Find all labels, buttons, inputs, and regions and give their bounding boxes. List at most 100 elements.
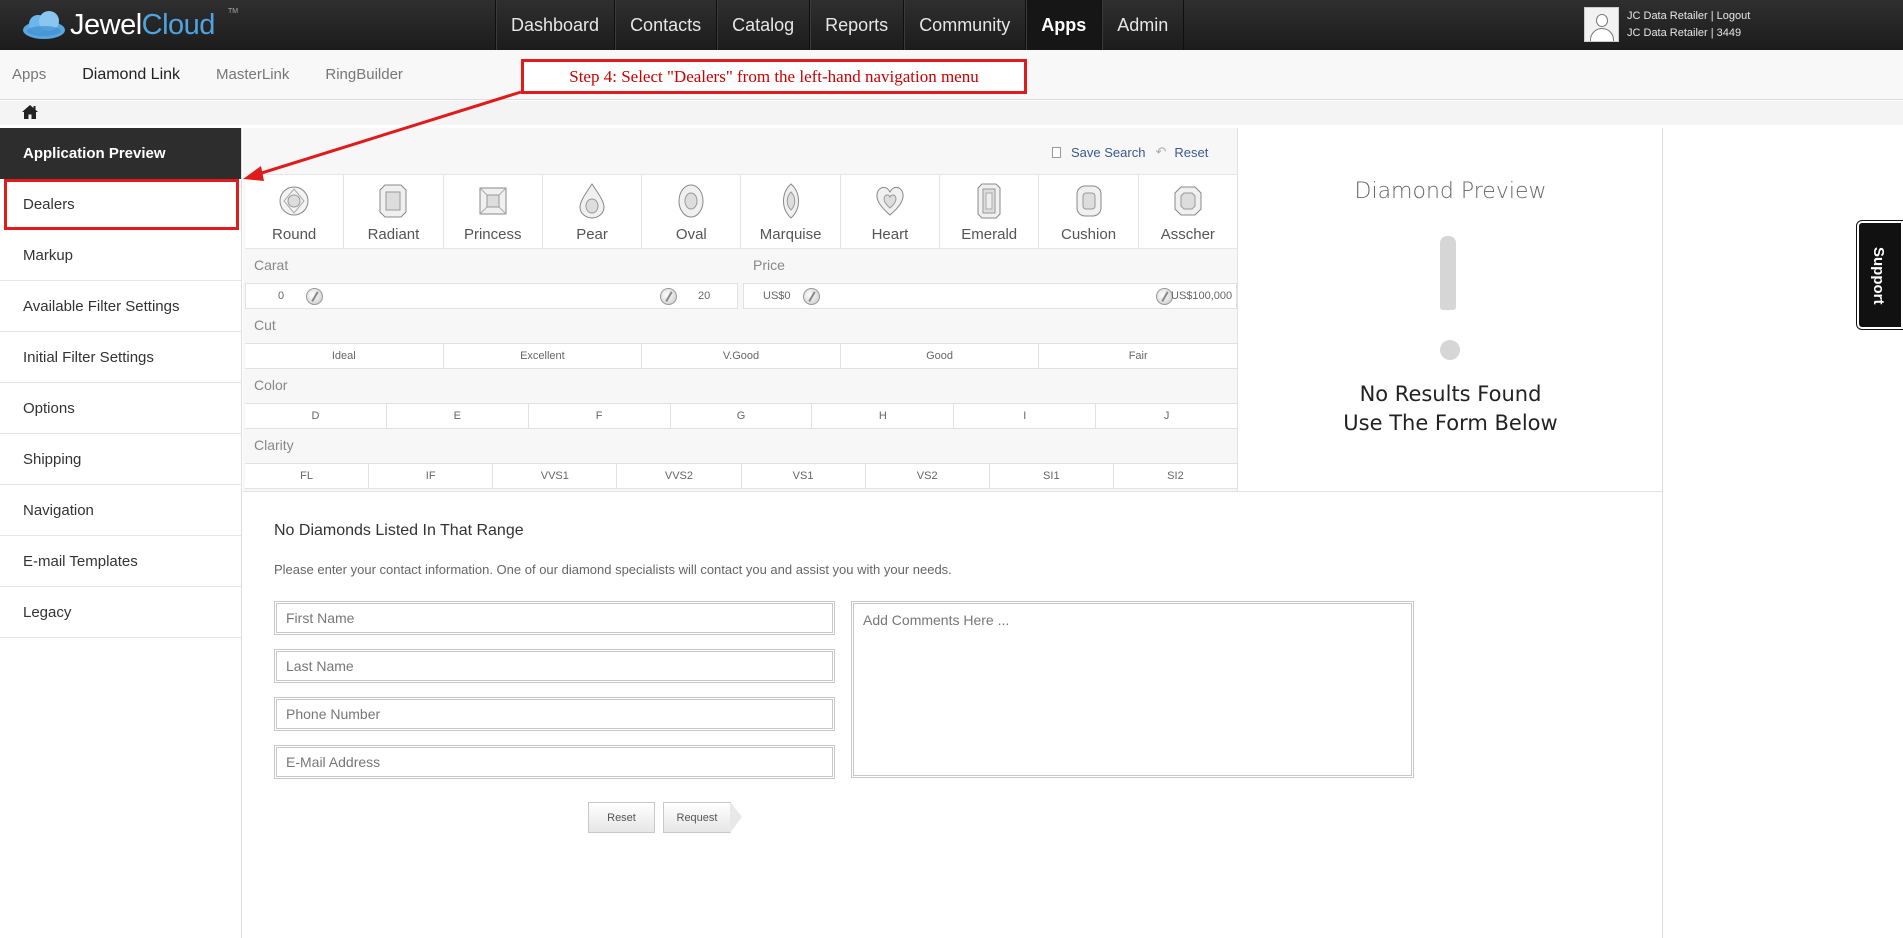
avatar-head-shape xyxy=(1596,14,1608,27)
clarity-options: FL IF VVS1 VVS2 VS1 VS2 SI1 SI2 xyxy=(245,463,1237,489)
undo-arrow-icon: ↶ xyxy=(1155,144,1167,159)
shape-marquise[interactable]: Marquise xyxy=(741,175,841,248)
price-min-value: US$0 xyxy=(763,290,791,302)
diamond-preview-title: Diamond Preview xyxy=(1354,179,1547,204)
subnav-masterlink[interactable]: MasterLink xyxy=(216,66,289,84)
nav-apps[interactable]: Apps xyxy=(1025,0,1102,50)
carat-slider[interactable]: 0 20 xyxy=(245,283,738,309)
clarity-vs2[interactable]: VS2 xyxy=(866,464,990,488)
sidebar-item-available-filter-settings[interactable]: Available Filter Settings xyxy=(0,281,241,332)
first-name-field[interactable]: First Name xyxy=(274,601,835,635)
comments-textarea[interactable]: Add Comments Here ... xyxy=(851,601,1414,778)
support-tab[interactable]: Support xyxy=(1856,220,1903,330)
shape-heart[interactable]: Heart xyxy=(841,175,941,248)
price-slider[interactable]: US$0 US$100,000 xyxy=(743,283,1237,309)
cut-ideal[interactable]: Ideal xyxy=(245,344,444,368)
cut-fair[interactable]: Fair xyxy=(1039,344,1237,368)
cut-vgood[interactable]: V.Good xyxy=(642,344,841,368)
heart-diamond-icon xyxy=(876,186,904,216)
shape-label: Pear xyxy=(576,226,608,243)
color-e[interactable]: E xyxy=(387,404,529,428)
color-f[interactable]: F xyxy=(529,404,671,428)
shape-princess[interactable]: Princess xyxy=(444,175,543,248)
nav-reports[interactable]: Reports xyxy=(809,0,903,50)
color-h[interactable]: H xyxy=(812,404,955,428)
clarity-si2[interactable]: SI2 xyxy=(1114,464,1237,488)
sidebar-item-shipping[interactable]: Shipping xyxy=(0,434,241,485)
color-j[interactable]: J xyxy=(1096,404,1237,428)
cut-good[interactable]: Good xyxy=(841,344,1040,368)
sidebar-item-dealers[interactable]: Dealers xyxy=(4,179,239,230)
carat-max-handle[interactable] xyxy=(660,288,677,305)
shape-round[interactable]: Round xyxy=(245,175,345,248)
clarity-si1[interactable]: SI1 xyxy=(990,464,1114,488)
jewelcloud-logo[interactable]: JewelCloud TM xyxy=(20,4,238,46)
shape-oval[interactable]: Oval xyxy=(642,175,742,248)
home-icon[interactable] xyxy=(21,104,39,120)
color-i[interactable]: I xyxy=(954,404,1097,428)
clarity-label: Clarity xyxy=(254,437,294,453)
price-min-handle[interactable] xyxy=(803,288,820,305)
last-name-field[interactable]: Last Name xyxy=(274,649,835,683)
reset-search-link[interactable]: Reset xyxy=(1174,145,1208,160)
cut-options: Ideal Excellent V.Good Good Fair xyxy=(245,343,1237,369)
user-account-line: JC Data Retailer | 3449 xyxy=(1627,27,1742,39)
shape-selector: Round Radiant Princess Pear Oval Marquis… xyxy=(245,174,1237,249)
shape-label: Asscher xyxy=(1160,226,1215,243)
sidebar-item-legacy[interactable]: Legacy xyxy=(0,587,241,638)
sidebar-item-initial-filter-settings[interactable]: Initial Filter Settings xyxy=(0,332,241,383)
clarity-vvs2[interactable]: VVS2 xyxy=(617,464,742,488)
shape-label: Princess xyxy=(463,226,522,243)
breadcrumb xyxy=(0,101,1903,125)
subnav-ringbuilder[interactable]: RingBuilder xyxy=(325,66,403,84)
nav-catalog[interactable]: Catalog xyxy=(716,0,809,50)
trademark-mark: TM xyxy=(228,8,239,15)
user-logout-line[interactable]: JC Data Retailer | Logout xyxy=(1627,8,1750,25)
shape-asscher[interactable]: Asscher xyxy=(1139,175,1237,248)
sidebar-item-navigation[interactable]: Navigation xyxy=(0,485,241,536)
save-search-link[interactable]: Save Search xyxy=(1071,145,1145,160)
nav-dashboard[interactable]: Dashboard xyxy=(495,0,614,50)
sub-nav: Apps Diamond Link MasterLink RingBuilder xyxy=(12,66,439,84)
clarity-vvs1[interactable]: VVS1 xyxy=(493,464,618,488)
nav-contacts[interactable]: Contacts xyxy=(614,0,716,50)
form-reset-button[interactable]: Reset xyxy=(588,802,655,833)
form-description: Please enter your contact information. O… xyxy=(274,562,952,577)
sidebar-item-email-templates[interactable]: E-mail Templates xyxy=(0,536,241,587)
shape-pear[interactable]: Pear xyxy=(543,175,643,248)
color-d[interactable]: D xyxy=(245,404,387,428)
shape-cushion[interactable]: Cushion xyxy=(1039,175,1139,248)
cloud-icon xyxy=(23,11,65,39)
avatar[interactable] xyxy=(1584,7,1619,42)
tutorial-callout: Step 4: Select "Dealers" from the left-h… xyxy=(521,59,1027,94)
no-results-line: No Results Found xyxy=(1359,382,1542,406)
subnav-diamond-link[interactable]: Diamond Link xyxy=(82,66,180,84)
nav-community[interactable]: Community xyxy=(903,0,1025,50)
email-field[interactable]: E-Mail Address xyxy=(274,745,835,779)
subnav-apps[interactable]: Apps xyxy=(12,66,46,84)
clarity-vs1[interactable]: VS1 xyxy=(742,464,866,488)
price-label: Price xyxy=(753,257,785,273)
sidebar-header-application-preview[interactable]: Application Preview xyxy=(0,128,241,179)
phone-number-field[interactable]: Phone Number xyxy=(274,697,835,731)
nav-admin[interactable]: Admin xyxy=(1101,0,1185,50)
logo-text: JewelCloud xyxy=(70,9,215,42)
oval-diamond-icon xyxy=(678,184,704,218)
support-label: Support xyxy=(1870,247,1887,305)
color-g[interactable]: G xyxy=(671,404,813,428)
section-divider xyxy=(243,491,1662,492)
carat-min-handle[interactable] xyxy=(306,288,323,305)
use-form-line: Use The Form Below xyxy=(1343,411,1558,435)
sidebar-item-options[interactable]: Options xyxy=(0,383,241,434)
sidebar-item-markup[interactable]: Markup xyxy=(0,230,241,281)
cut-excellent[interactable]: Excellent xyxy=(444,344,643,368)
clarity-if[interactable]: IF xyxy=(369,464,494,488)
shape-label: Marquise xyxy=(759,226,822,243)
shape-radiant[interactable]: Radiant xyxy=(344,175,444,248)
avatar-shoulders-shape xyxy=(1590,28,1614,41)
user-panel: JC Data Retailer | Logout JC Data Retail… xyxy=(1584,7,1750,42)
shape-emerald[interactable]: Emerald xyxy=(940,175,1040,248)
clarity-fl[interactable]: FL xyxy=(245,464,370,488)
request-button[interactable]: Request xyxy=(663,802,731,833)
color-label: Color xyxy=(254,377,288,393)
